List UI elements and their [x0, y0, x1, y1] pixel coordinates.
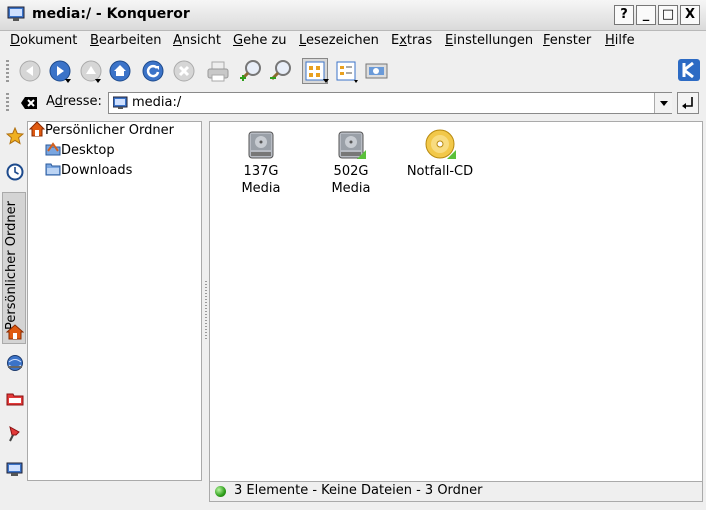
reload-icon[interactable] [140, 58, 166, 84]
go-button[interactable] [677, 92, 699, 114]
menu-lesezeichen[interactable]: Lesezeichen [299, 33, 379, 48]
menu-einstellungen[interactable]: Einstellungen [445, 33, 533, 48]
cd-icon [425, 129, 456, 159]
sidebar-home-icon[interactable] [5, 323, 25, 345]
address-input[interactable] [108, 92, 672, 114]
help-button[interactable]: ? [614, 5, 634, 25]
menu-hilfe[interactable]: Hilfe [605, 33, 635, 48]
tree-item-label: Desktop [61, 143, 115, 158]
network-globe-icon[interactable] [6, 354, 24, 376]
menu-ansicht[interactable]: Ansicht [173, 33, 221, 48]
status-led-icon [215, 486, 226, 497]
window-title: media:/ - Konqueror [32, 6, 190, 22]
address-value[interactable]: media:/ [132, 95, 181, 110]
stop-icon[interactable] [171, 58, 197, 84]
media-location-icon [112, 96, 129, 114]
media-devices-icon[interactable] [6, 462, 24, 482]
home-icon[interactable] [107, 58, 133, 84]
item-label-line1: 137G [243, 164, 279, 179]
minimize-button[interactable]: _ [636, 5, 656, 25]
item-label-line1: Notfall-CD [406, 164, 474, 179]
menu-fenster[interactable]: Fenster [543, 33, 591, 48]
menu-bearbeiten[interactable]: Bearbeiten [90, 33, 161, 48]
tree-item-label: Downloads [61, 163, 133, 178]
back-icon[interactable] [17, 58, 43, 84]
item-label-line2: Media [331, 181, 371, 196]
item-137g-media[interactable]: 137G Media [221, 129, 301, 197]
sidebar-tab-label: Persönlicher Ordner [4, 201, 19, 330]
menu-bar: Dokument Bearbeiten Ansicht Gehe zu Lese… [0, 30, 706, 52]
kde-logo-icon[interactable] [677, 58, 703, 84]
desktop-folder-icon [45, 142, 61, 156]
services-pin-icon[interactable] [6, 425, 24, 447]
image-preview-icon[interactable] [364, 58, 390, 84]
item-label-line2: Media [241, 181, 281, 196]
clear-location-icon[interactable] [20, 95, 38, 115]
close-button[interactable]: X [680, 5, 700, 25]
location-grip[interactable] [6, 93, 9, 113]
main-toolbar [0, 54, 706, 88]
menu-extras[interactable]: Extras [391, 33, 432, 48]
zoom-out-icon[interactable] [268, 58, 294, 84]
splitter-grip [205, 281, 207, 341]
folder-icon [45, 163, 61, 176]
tree-item-desktop[interactable]: Desktop [45, 141, 115, 158]
address-label: Adresse: [46, 94, 102, 109]
tree-item-home[interactable]: Persönlicher Ordner [28, 121, 174, 138]
tree-view-mode-icon[interactable] [334, 58, 360, 84]
zoom-in-icon[interactable] [238, 58, 264, 84]
item-label-line1: 502G [333, 164, 369, 179]
status-text: 3 Elemente - Keine Dateien - 3 Ordner [234, 483, 483, 498]
bookmarks-star-icon[interactable] [5, 126, 25, 149]
root-folder-icon[interactable] [6, 390, 24, 412]
item-notfall-cd[interactable]: Notfall-CD [400, 129, 480, 180]
toolbar-grip[interactable] [6, 60, 9, 84]
back-history-arrow-icon[interactable] [65, 79, 71, 83]
home-icon [28, 121, 46, 137]
tree-item-label: Persönlicher Ordner [45, 123, 174, 138]
maximize-button[interactable]: □ [658, 5, 678, 25]
up-history-arrow-icon[interactable] [95, 79, 101, 83]
enter-arrow-icon [682, 97, 693, 109]
view-mode-dropdown-arrow-icon[interactable] [323, 79, 329, 83]
mounted-hard-disk-icon [338, 131, 366, 159]
address-history-dropdown[interactable] [654, 93, 672, 113]
print-icon[interactable] [205, 58, 231, 84]
tree-item-downloads[interactable]: Downloads [45, 161, 132, 178]
menu-gehe-zu[interactable]: Gehe zu [233, 33, 287, 48]
menu-dokument[interactable]: Dokument [10, 33, 77, 48]
chevron-down-icon [659, 101, 668, 106]
konqueror-app-icon[interactable] [7, 6, 25, 22]
hard-disk-icon [248, 131, 274, 159]
item-502g-media[interactable]: 502G Media [311, 129, 391, 197]
